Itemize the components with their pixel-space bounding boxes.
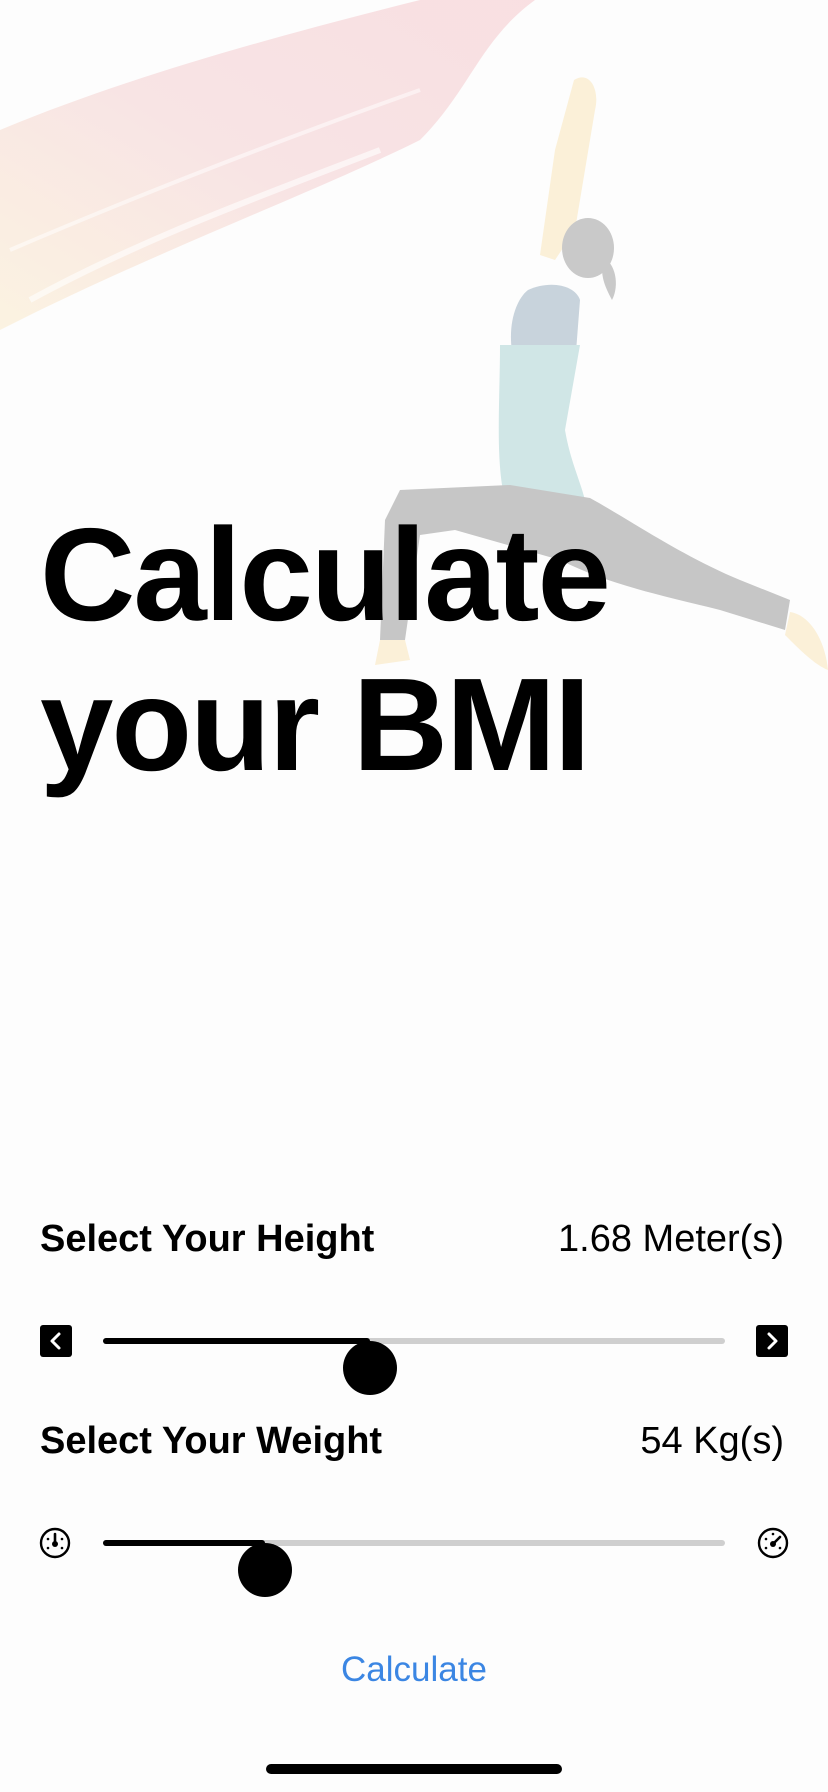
title-line-2: your BMI — [40, 651, 591, 798]
gauge-high-icon[interactable] — [757, 1527, 789, 1559]
height-slider-row — [0, 1311, 828, 1395]
height-label: Select Your Height — [40, 1218, 375, 1260]
chevron-right-square-icon[interactable] — [756, 1325, 788, 1357]
calculate-button[interactable]: Calculate — [0, 1650, 828, 1690]
weight-slider-row — [0, 1513, 828, 1597]
weight-slider[interactable] — [103, 1540, 725, 1597]
title-line-1: Calculate — [40, 501, 611, 648]
brush-stroke — [0, 0, 535, 330]
page-title: Calculate your BMI — [40, 500, 611, 800]
weight-slider-fill — [103, 1540, 265, 1546]
height-slider-fill — [103, 1338, 371, 1344]
weight-slider-thumb[interactable] — [237, 1543, 292, 1597]
height-slider-thumb[interactable] — [343, 1341, 398, 1395]
weight-value: 54 Kg(s) — [640, 1420, 784, 1462]
chevron-left-square-icon[interactable] — [40, 1325, 72, 1357]
weight-label: Select Your Weight — [40, 1420, 383, 1462]
height-slider[interactable] — [103, 1338, 725, 1395]
home-indicator — [266, 1764, 562, 1774]
height-value: 1.68 Meter(s) — [558, 1218, 784, 1260]
gauge-low-icon[interactable] — [39, 1527, 71, 1559]
